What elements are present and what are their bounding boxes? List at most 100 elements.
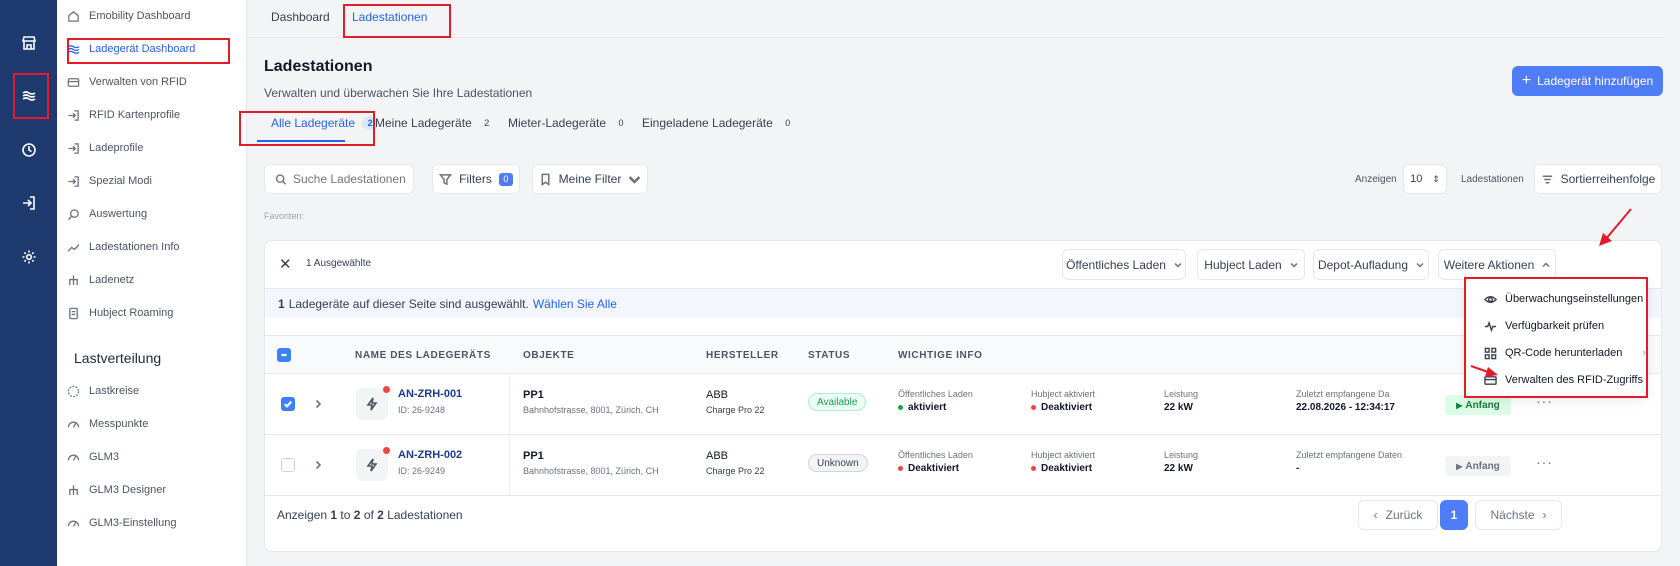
nav-item-emobility-dashboard[interactable]: Emobility Dashboard bbox=[67, 4, 191, 28]
row-checkbox[interactable] bbox=[281, 397, 295, 411]
page-1-button[interactable]: 1 bbox=[1440, 500, 1468, 530]
sort-order-button[interactable]: Sortierreihenfolge bbox=[1534, 164, 1662, 194]
charger-id: ID: 26-9248 bbox=[398, 405, 446, 415]
tab-dashboard[interactable]: Dashboard bbox=[271, 10, 330, 24]
chevron-right-icon[interactable] bbox=[313, 460, 323, 470]
hubject-label: Hubject aktiviert bbox=[1031, 389, 1096, 399]
manufacturer: ABB bbox=[706, 389, 729, 401]
menu-item-download-qr[interactable]: QR-Code herunterladen › bbox=[1484, 344, 1646, 362]
circle-dashed-icon bbox=[67, 385, 80, 397]
my-filter-dropdown[interactable]: Meine Filter bbox=[532, 164, 648, 194]
more-actions-dropdown[interactable]: Weitere Aktionen bbox=[1438, 249, 1556, 280]
power-value: 22 kW bbox=[1164, 463, 1193, 474]
status-dot bbox=[1031, 466, 1036, 471]
nav-item-ladegeraet-dashboard[interactable]: Ladegerät Dashboard bbox=[67, 37, 195, 61]
chevron-right-icon[interactable] bbox=[313, 399, 323, 409]
nav-item-ladeprofile[interactable]: Ladeprofile bbox=[67, 136, 143, 160]
chargers-table-card: ✕ 1 Ausgewählte Öffentliches Laden Hubje… bbox=[264, 240, 1662, 552]
power-label: Leistung bbox=[1164, 389, 1199, 399]
nav-item-hubject-roaming[interactable]: Hubject Roaming bbox=[67, 301, 173, 325]
nav-item-messpunkte[interactable]: Messpunkte bbox=[67, 412, 148, 436]
nav-item-ladenetz[interactable]: Ladenetz bbox=[67, 268, 134, 292]
search-input[interactable] bbox=[293, 172, 413, 186]
plus-icon: + bbox=[1521, 72, 1532, 89]
sort-lines-icon bbox=[1542, 175, 1552, 183]
next-page-button[interactable]: Nächste › bbox=[1475, 500, 1562, 530]
charger-waves-icon[interactable] bbox=[16, 83, 41, 108]
close-icon[interactable]: ✕ bbox=[279, 255, 292, 273]
pulse-icon bbox=[1484, 320, 1497, 332]
select-all-link[interactable]: Wählen Sie Alle bbox=[533, 297, 617, 311]
nav-item-auswertung[interactable]: Auswertung bbox=[67, 202, 147, 226]
last-data-value: 22.08.2026 - 12:34:17 bbox=[1296, 402, 1395, 413]
alert-dot bbox=[383, 447, 390, 454]
charger-name-link[interactable]: AN-ZRH-001 bbox=[398, 388, 462, 400]
public-charging-dropdown[interactable]: Öffentliches Laden bbox=[1062, 249, 1186, 280]
nav-item-rfid-kartenprofile[interactable]: RFID Kartenprofile bbox=[67, 103, 180, 127]
public-charging-value: Deaktiviert bbox=[898, 463, 959, 474]
more-actions-menu: Überwachungseinstellungen Verfügbarkeit … bbox=[1465, 277, 1648, 397]
clock-icon[interactable] bbox=[16, 137, 41, 162]
selection-info: 1 Ladegeräte auf dieser Seite sind ausge… bbox=[265, 288, 1661, 318]
settings-gear-icon[interactable] bbox=[16, 244, 41, 269]
model: Charge Pro 22 bbox=[706, 466, 765, 476]
login-icon[interactable] bbox=[16, 190, 41, 215]
row-checkbox[interactable] bbox=[281, 458, 295, 472]
column-header-objects[interactable]: OBJEKTE bbox=[523, 350, 574, 361]
page-size-select[interactable]: 10 ⇕ bbox=[1403, 164, 1447, 194]
store-icon[interactable] bbox=[16, 30, 41, 55]
row-more-icon[interactable]: ··· bbox=[1536, 454, 1553, 470]
nav-item-verwalten-rfid[interactable]: Verwalten von RFID bbox=[67, 70, 187, 94]
play-icon: ▶ bbox=[1456, 461, 1463, 471]
column-header-manufacturer[interactable]: HERSTELLER bbox=[706, 350, 779, 361]
chevron-down-icon bbox=[629, 175, 641, 184]
select-all-checkbox[interactable] bbox=[277, 348, 291, 362]
depot-charging-dropdown[interactable]: Depot-Aufladung bbox=[1313, 249, 1429, 280]
column-header-status[interactable]: STATUS bbox=[808, 350, 850, 361]
charger-name-link[interactable]: AN-ZRH-002 bbox=[398, 449, 462, 461]
nav-item-spezial-modi[interactable]: Spezial Modi bbox=[67, 169, 152, 193]
menu-item-monitoring-settings[interactable]: Überwachungseinstellungen bbox=[1484, 290, 1643, 308]
qr-grid-icon bbox=[1484, 347, 1497, 359]
home-icon bbox=[68, 10, 79, 22]
search-icon bbox=[67, 208, 79, 220]
table-row[interactable]: AN-ZRH-001 ID: 26-9248 PP1 Bahnhofstrass… bbox=[265, 374, 1661, 435]
menu-item-check-availability[interactable]: Verfügbarkeit prüfen bbox=[1484, 317, 1604, 335]
play-icon: ▶ bbox=[1456, 400, 1463, 410]
card-icon bbox=[67, 77, 80, 87]
nav-item-ladestationen-info[interactable]: Ladestationen Info bbox=[67, 235, 180, 259]
gauge-icon bbox=[67, 421, 80, 428]
login-arrow-icon bbox=[68, 142, 79, 154]
nav-sidebar: Emobility Dashboard Ladegerät Dashboard … bbox=[57, 0, 247, 566]
start-charging-button[interactable]: ▶ Anfang bbox=[1445, 395, 1511, 415]
tab-eingeladene-ladegeraete[interactable]: Eingeladene Ladegeräte 0 bbox=[642, 116, 796, 130]
tab-meine-ladegeraete[interactable]: Meine Ladegeräte 2 bbox=[375, 116, 495, 130]
tab-mieter-ladegeraete[interactable]: Mieter-Ladegeräte 0 bbox=[508, 116, 630, 130]
previous-page-button[interactable]: ‹ Zurück bbox=[1358, 500, 1438, 530]
hubject-charging-dropdown[interactable]: Hubject Laden bbox=[1197, 249, 1305, 280]
public-charging-label: Öffentliches Laden bbox=[898, 450, 973, 460]
nav-item-lastkreise[interactable]: Lastkreise bbox=[67, 379, 139, 403]
nav-item-glm3[interactable]: GLM3 bbox=[67, 445, 119, 469]
filters-count-badge: 0 bbox=[498, 172, 513, 186]
tab-alle-ladegeraete[interactable]: Alle Ladegeräte 2 bbox=[271, 116, 379, 130]
last-data-label: Zuletzt empfangene Daten bbox=[1296, 450, 1403, 460]
column-header-important-info[interactable]: WICHTIGE INFO bbox=[898, 350, 982, 361]
filters-button[interactable]: Filters 0 bbox=[432, 164, 520, 194]
selection-bar: ✕ 1 Ausgewählte Öffentliches Laden Hubje… bbox=[265, 241, 1661, 288]
menu-item-manage-rfid-access[interactable]: Verwalten des RFID-Zugriffs bbox=[1484, 371, 1643, 389]
chevron-down-icon bbox=[1174, 262, 1182, 268]
search-box[interactable] bbox=[264, 164, 414, 194]
tab-ladestationen[interactable]: Ladestationen bbox=[352, 10, 427, 24]
alert-dot bbox=[383, 386, 390, 393]
favorites-label: Favoriten: bbox=[264, 211, 305, 221]
add-charger-button[interactable]: + Ladegerät hinzufügen bbox=[1512, 66, 1663, 96]
nav-item-glm3-designer[interactable]: GLM3 Designer bbox=[67, 478, 166, 502]
search-icon bbox=[275, 173, 287, 185]
nav-item-glm3-einstellung[interactable]: GLM3-Einstellung bbox=[67, 511, 176, 535]
bookmark-icon bbox=[541, 173, 550, 186]
show-label: Anzeigen bbox=[1355, 174, 1397, 185]
charger-device-icon bbox=[356, 386, 390, 420]
column-header-name[interactable]: NAME DES LADEGERÄTS bbox=[355, 350, 491, 361]
start-charging-button[interactable]: ▶ Anfang bbox=[1445, 456, 1511, 476]
